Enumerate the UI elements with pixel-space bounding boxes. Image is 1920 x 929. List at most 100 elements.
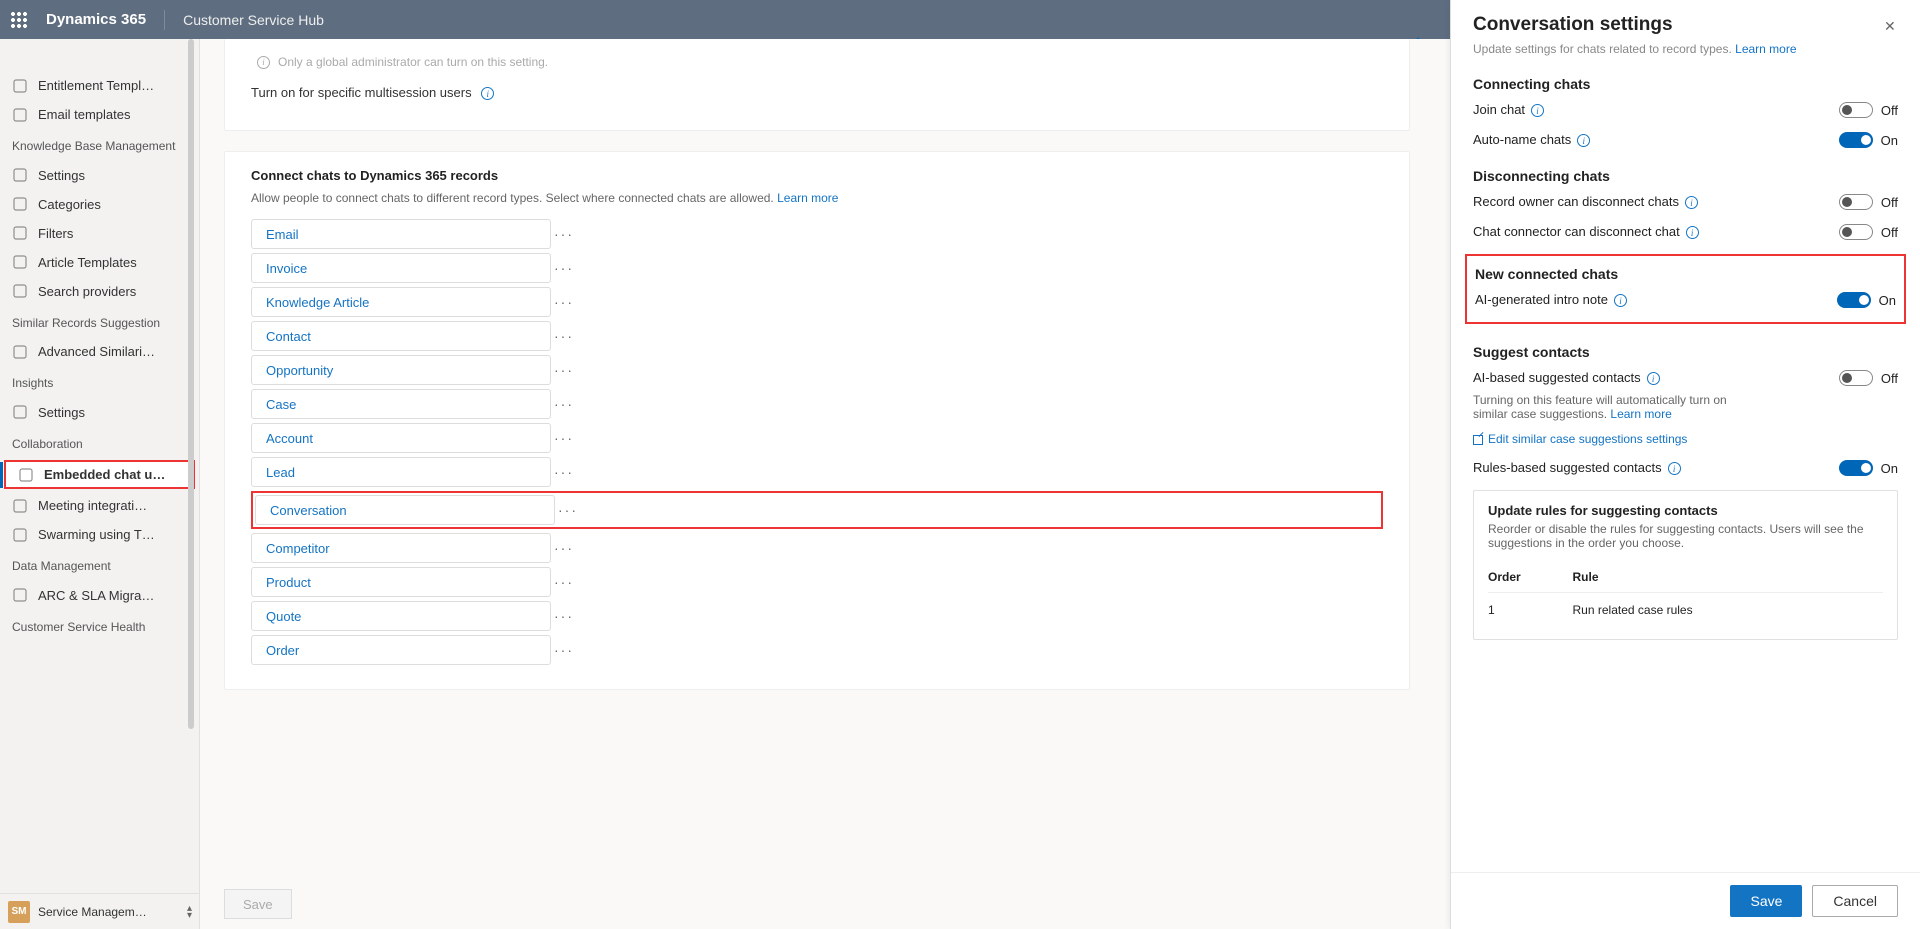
rules-desc: Reorder or disable the rules for suggest… — [1488, 522, 1883, 550]
rules-contacts-toggle[interactable] — [1839, 460, 1873, 476]
info-icon[interactable]: i — [1614, 294, 1627, 307]
info-icon[interactable]: i — [481, 87, 494, 100]
more-icon[interactable]: ··· — [551, 396, 577, 412]
more-icon[interactable]: ··· — [551, 362, 577, 378]
info-icon[interactable]: i — [1668, 462, 1681, 475]
nav-item[interactable]: Categories — [0, 190, 199, 219]
record-row: Product··· — [251, 567, 1383, 597]
nav-label: Filters — [38, 226, 73, 241]
nav-label: ARC & SLA Migra… — [38, 588, 154, 603]
record-pill[interactable]: Quote — [251, 601, 551, 631]
record-pill[interactable]: Invoice — [251, 253, 551, 283]
nav-item[interactable]: Email templates — [0, 100, 199, 129]
info-icon[interactable]: i — [1686, 226, 1699, 239]
cancel-button[interactable]: Cancel — [1812, 885, 1898, 917]
nav-item[interactable]: Entitlement Templ… — [0, 71, 199, 100]
nav-item[interactable]: Settings — [0, 398, 199, 427]
join-chat-value: Off — [1881, 103, 1898, 118]
record-row: Invoice··· — [251, 253, 1383, 283]
nav-item[interactable]: Article Templates — [0, 248, 199, 277]
more-icon[interactable]: ··· — [551, 540, 577, 556]
nav-label: Advanced Similari… — [38, 344, 155, 359]
record-pill[interactable]: Competitor — [251, 533, 551, 563]
section-suggest: Suggest contacts — [1473, 344, 1898, 360]
info-icon[interactable]: i — [1647, 372, 1660, 385]
nav-item[interactable]: Settings — [0, 161, 199, 190]
connector-disc-toggle[interactable] — [1839, 224, 1873, 240]
admin-note: Only a global administrator can turn on … — [278, 55, 548, 69]
join-chat-label: Join chat — [1473, 102, 1525, 117]
join-chat-toggle[interactable] — [1839, 102, 1873, 118]
record-pill[interactable]: Product — [251, 567, 551, 597]
nav-item[interactable]: Filters — [0, 219, 199, 248]
info-icon[interactable]: i — [1577, 134, 1590, 147]
record-pill[interactable]: Case — [251, 389, 551, 419]
panel-title: Conversation settings — [1473, 14, 1884, 36]
auto-name-value: On — [1881, 133, 1898, 148]
owner-disc-toggle[interactable] — [1839, 194, 1873, 210]
area-switcher[interactable]: SM Service Managem… ▴▾ — [0, 893, 200, 929]
app-launcher-icon[interactable] — [10, 11, 28, 29]
save-button[interactable]: Save — [1730, 885, 1802, 917]
record-pill[interactable]: Knowledge Article — [251, 287, 551, 317]
more-icon[interactable]: ··· — [555, 502, 581, 518]
highlighted-region: New connected chats AI-generated intro n… — [1465, 254, 1906, 324]
nav-item[interactable]: Embedded chat u… — [4, 460, 195, 489]
nav-group-kb: Knowledge Base Management — [0, 129, 199, 161]
multisession-label: Turn on for specific multisession users — [251, 85, 472, 100]
intro-note-label: AI-generated intro note — [1475, 292, 1608, 307]
nav-item[interactable]: Search providers — [0, 277, 199, 306]
product-name: Dynamics 365 — [46, 11, 146, 28]
more-icon[interactable]: ··· — [551, 574, 577, 590]
connector-disc-value: Off — [1881, 225, 1898, 240]
col-order: Order — [1488, 562, 1573, 593]
nav-item[interactable]: ARC & SLA Migra… — [0, 581, 199, 610]
close-icon[interactable]: ✕ — [1884, 18, 1898, 32]
connect-title: Connect chats to Dynamics 365 records — [251, 168, 1383, 183]
record-row: Case··· — [251, 389, 1383, 419]
edit-suggestions-link[interactable]: Edit similar case suggestions settings — [1488, 432, 1687, 446]
info-icon[interactable]: i — [1531, 104, 1544, 117]
nav-group-co: Collaboration — [0, 427, 199, 459]
auto-name-toggle[interactable] — [1839, 132, 1873, 148]
more-icon[interactable]: ··· — [551, 260, 577, 276]
nav-item[interactable]: Swarming using T… — [0, 520, 199, 549]
more-icon[interactable]: ··· — [551, 226, 577, 242]
record-pill[interactable]: Conversation — [255, 495, 555, 525]
more-icon[interactable]: ··· — [551, 430, 577, 446]
info-icon: i — [257, 56, 270, 69]
more-icon[interactable]: ··· — [551, 328, 577, 344]
rule-row[interactable]: 1Run related case rules — [1488, 593, 1883, 628]
more-icon[interactable]: ··· — [551, 294, 577, 310]
nav-item[interactable]: Meeting integrati… — [0, 491, 199, 520]
more-icon[interactable]: ··· — [551, 642, 577, 658]
record-pill[interactable]: Contact — [251, 321, 551, 351]
record-pill[interactable]: Email — [251, 219, 551, 249]
ai-contacts-label: AI-based suggested contacts — [1473, 370, 1641, 385]
divider — [164, 10, 165, 30]
intro-note-toggle[interactable] — [1837, 292, 1871, 308]
nav-label: Swarming using T… — [38, 527, 155, 542]
scrollbar-thumb[interactable] — [188, 39, 194, 729]
ai-contacts-toggle[interactable] — [1839, 370, 1873, 386]
nav-item[interactable]: Advanced Similari… — [0, 337, 199, 366]
open-icon — [1473, 435, 1483, 445]
main-content: i Only a global administrator can turn o… — [200, 39, 1450, 929]
learn-more-link[interactable]: Learn more — [1735, 44, 1796, 56]
record-pill[interactable]: Order — [251, 635, 551, 665]
rules-card: Update rules for suggesting contacts Reo… — [1473, 490, 1898, 640]
record-pill[interactable]: Account — [251, 423, 551, 453]
record-pill[interactable]: Lead — [251, 457, 551, 487]
section-new-chats: New connected chats — [1475, 266, 1896, 282]
area-badge: SM — [8, 901, 30, 923]
record-row: Lead··· — [251, 457, 1383, 487]
more-icon[interactable]: ··· — [551, 608, 577, 624]
learn-more-link[interactable]: Learn more — [777, 191, 838, 205]
nav-label: Entitlement Templ… — [38, 78, 154, 93]
nav-label: Settings — [38, 405, 85, 420]
learn-more-link[interactable]: Learn more — [1610, 407, 1671, 421]
info-icon[interactable]: i — [1685, 196, 1698, 209]
record-pill[interactable]: Opportunity — [251, 355, 551, 385]
record-row: Knowledge Article··· — [251, 287, 1383, 317]
more-icon[interactable]: ··· — [551, 464, 577, 480]
